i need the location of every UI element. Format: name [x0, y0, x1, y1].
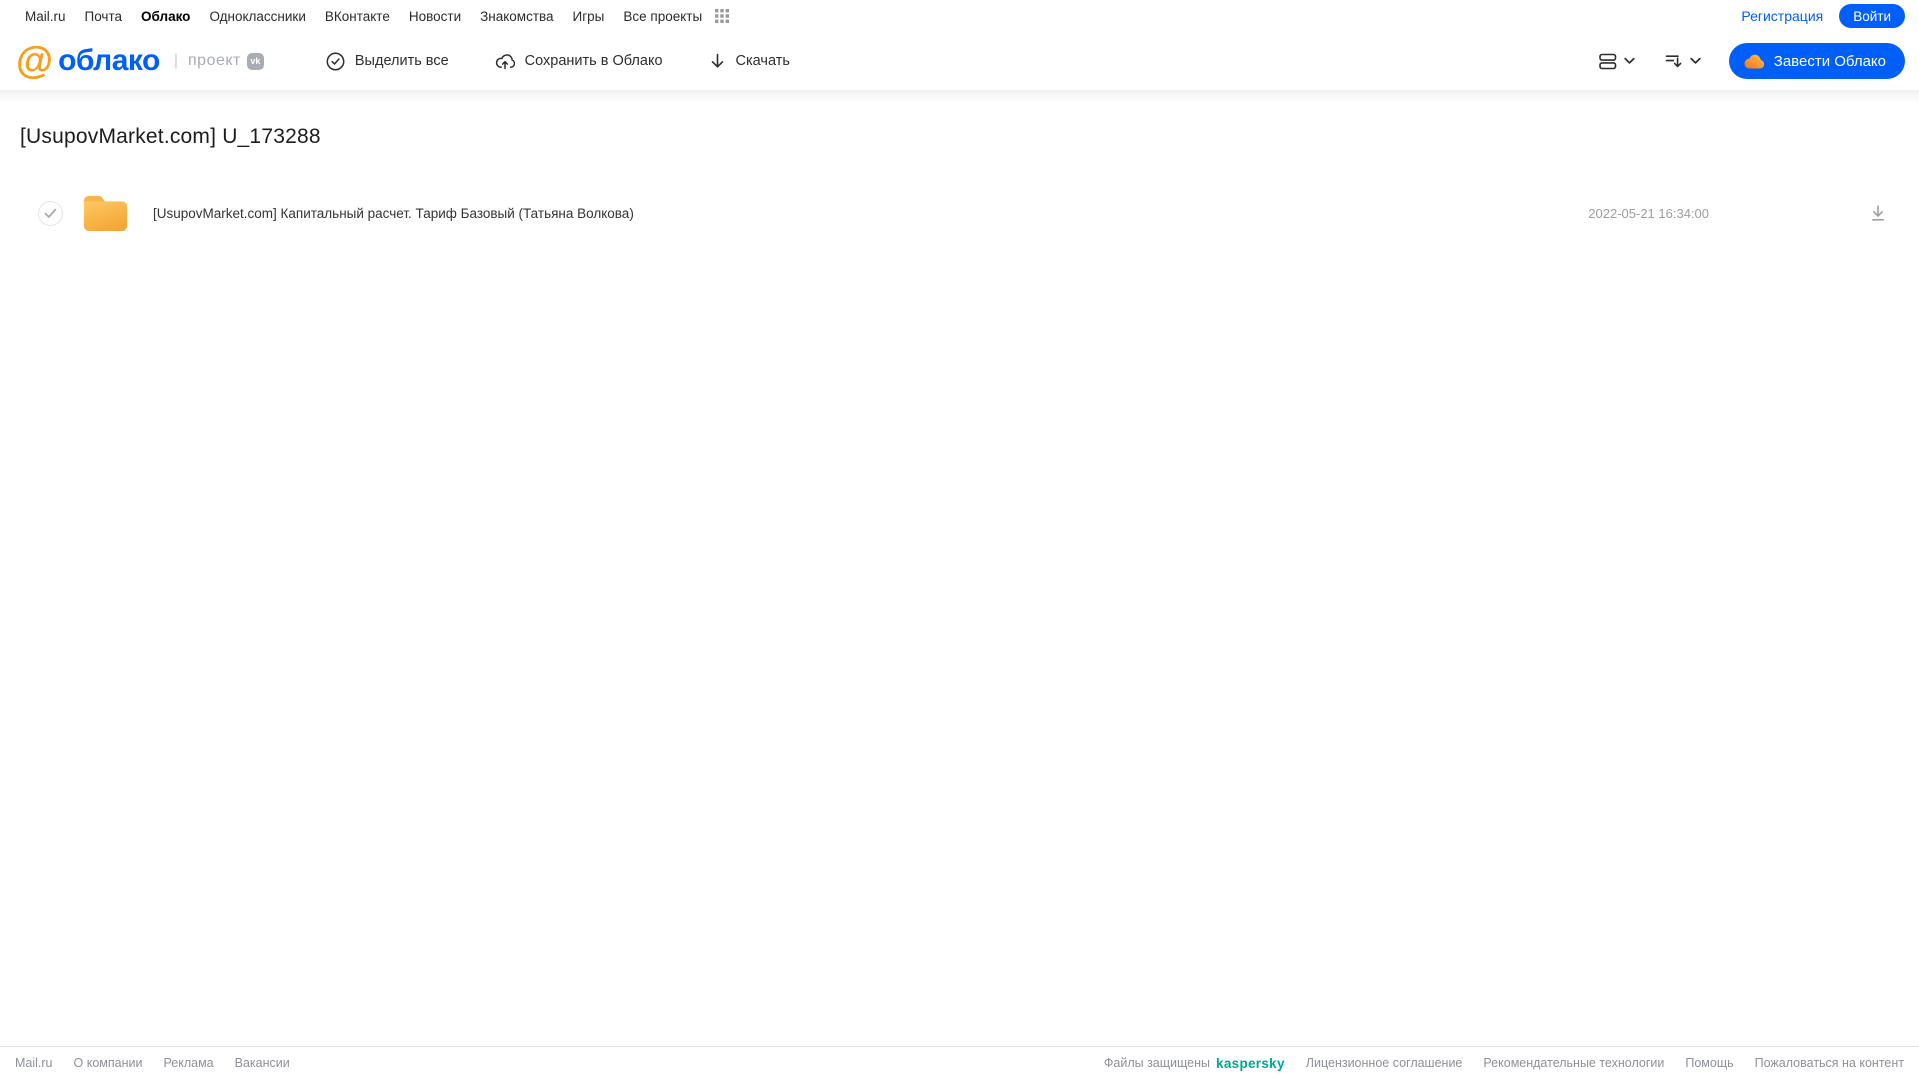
footer-right-links: Файлы защищены kaspersky Лицензионное со…	[1104, 1056, 1904, 1071]
sort-icon	[1665, 53, 1683, 69]
list-view-icon	[1598, 53, 1617, 70]
protected-text: Файлы защищены	[1103, 1056, 1211, 1070]
cloud-public-page: Mail.ru Почта Облако Одноклассники ВКонт…	[0, 0, 1919, 1079]
cloud-upload-icon	[495, 52, 515, 71]
nav-item-vse-proekty[interactable]: Все проекты	[623, 9, 702, 24]
grid-icon[interactable]	[715, 9, 730, 23]
nav-item-novosti[interactable]: Новости	[409, 9, 461, 24]
registration-link[interactable]: Регистрация	[1741, 8, 1823, 24]
toolbar-actions: Выделить все Сохранить в Облако Скачать	[326, 52, 790, 71]
footer-link-ads[interactable]: Реклама	[163, 1056, 213, 1070]
file-date: 2022-05-21 16:34:00	[1588, 205, 1709, 221]
nav-item-oblako[interactable]: Облако	[141, 9, 190, 24]
cloud-logo[interactable]: @ облако | проект vk	[16, 42, 264, 80]
footer-link-about[interactable]: О компании	[74, 1056, 143, 1070]
mailru-at-icon: @	[16, 40, 53, 82]
create-cloud-label: Завести Облако	[1773, 52, 1886, 70]
vk-badge-icon: vk	[246, 52, 264, 70]
download-button[interactable]: Скачать	[709, 52, 790, 70]
page-footer: Mail.ru О компании Реклама Вакансии Файл…	[0, 1046, 1919, 1079]
login-button[interactable]: Войти	[1839, 4, 1905, 28]
select-all-button[interactable]: Выделить все	[326, 52, 449, 71]
nav-item-odnoklassniki[interactable]: Одноклассники	[209, 9, 305, 24]
chevron-down-icon	[1624, 57, 1635, 65]
file-checkbox[interactable]	[38, 200, 63, 226]
nav-item-znakomstva[interactable]: Знакомства	[480, 9, 553, 24]
save-to-cloud-label: Сохранить в Облако	[524, 53, 663, 69]
folder-icon	[84, 195, 127, 231]
footer-link-jobs[interactable]: Вакансии	[235, 1056, 290, 1070]
nav-item-vkontakte[interactable]: ВКонтакте	[325, 9, 390, 24]
download-label: Скачать	[735, 53, 790, 69]
portal-nav: Mail.ru Почта Облако Одноклассники ВКонт…	[25, 9, 730, 24]
footer-link-recommendations[interactable]: Рекомендательные технологии	[1483, 1056, 1664, 1070]
check-circle-icon	[326, 52, 345, 71]
footer-link-mailru[interactable]: Mail.ru	[15, 1056, 53, 1070]
project-label: проект	[188, 52, 241, 69]
kaspersky-logo[interactable]: kaspersky	[1216, 1056, 1285, 1071]
save-to-cloud-button[interactable]: Сохранить в Облако	[495, 52, 663, 71]
download-arrow-icon	[709, 52, 726, 70]
select-all-label: Выделить все	[354, 53, 449, 69]
page-title: [UsupovMarket.com] U_173288	[20, 125, 321, 148]
header-shadow	[0, 90, 1919, 103]
file-download-icon[interactable]	[1869, 204, 1887, 222]
file-name-link[interactable]: [UsupovMarket.com] Капитальный расчет. Т…	[153, 206, 634, 221]
topbar-auth: Регистрация Войти	[1741, 4, 1905, 28]
create-cloud-button[interactable]: Завести Облако	[1728, 43, 1905, 79]
nav-item-pochta[interactable]: Почта	[85, 9, 123, 24]
chevron-down-icon	[1690, 57, 1701, 65]
footer-link-report[interactable]: Пожаловаться на контент	[1755, 1056, 1904, 1070]
file-list-area: [UsupovMarket.com] U_173288 [UsupovMarke…	[0, 125, 1919, 241]
footer-link-license[interactable]: Лицензионное соглашение	[1306, 1056, 1463, 1070]
kaspersky-protection: Файлы защищены kaspersky	[1104, 1056, 1285, 1071]
footer-left-links: Mail.ru О компании Реклама Вакансии	[15, 1056, 290, 1070]
nav-item-igry[interactable]: Игры	[573, 9, 605, 24]
cloud-icon	[1744, 54, 1765, 69]
portal-topbar: Mail.ru Почта Облако Одноклассники ВКонт…	[0, 0, 1919, 32]
logo-divider: |	[173, 52, 179, 69]
footer-link-help[interactable]: Помощь	[1685, 1056, 1733, 1070]
file-row[interactable]: [UsupovMarket.com] Капитальный расчет. Т…	[0, 185, 1919, 241]
appbar-right-controls: Завести Облако	[1593, 43, 1905, 79]
cloud-appbar: @ облако | проект vk Выделить все Сохран…	[0, 32, 1919, 90]
nav-item-mailru[interactable]: Mail.ru	[25, 9, 66, 24]
cloud-logo-word: облако	[58, 44, 160, 77]
sort-control[interactable]	[1659, 47, 1707, 75]
view-mode-control[interactable]	[1593, 47, 1641, 76]
